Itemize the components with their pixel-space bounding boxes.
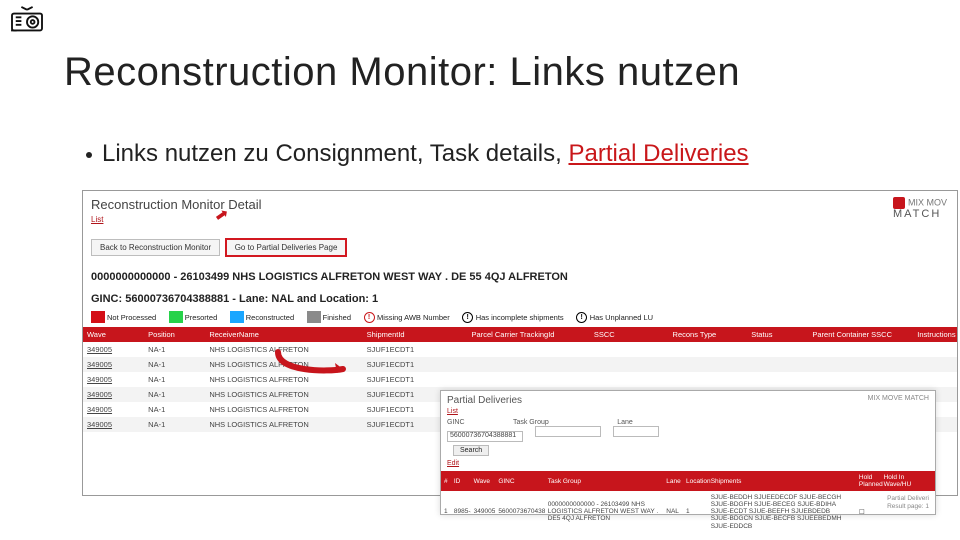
table-header-row-2: # ID Wave GINC Task Group Lane Location … xyxy=(441,471,935,491)
hold-planned-checkbox[interactable]: ☐ xyxy=(856,491,881,533)
col-status[interactable]: Status xyxy=(747,327,808,342)
partial-deliveries-table: # ID Wave GINC Task Group Lane Location … xyxy=(441,471,935,533)
bullet-text: Links nutzen zu Consignment, Task detail… xyxy=(102,140,568,167)
annotation-curve-arrow-icon xyxy=(273,347,353,377)
label-lane: Lane xyxy=(617,419,633,426)
col-receiver[interactable]: ReceiverName xyxy=(205,327,362,342)
col-parent-sscc[interactable]: Parent Container SSCC xyxy=(808,327,913,342)
table-row[interactable]: 349005NA-1NHS LOGISTICS ALFRETONSJUF1ECD… xyxy=(83,342,957,357)
task-input[interactable] xyxy=(535,426,601,437)
col-instructions[interactable]: Instructions xyxy=(913,327,957,342)
back-button[interactable]: Back to Reconstruction Monitor xyxy=(91,239,220,256)
table-header-row: Wave Position ReceiverName ShipmentId Pa… xyxy=(83,327,957,342)
screenshot-partial-deliveries: MIX MOVE MATCH Partial Deliveries List G… xyxy=(440,390,936,515)
link-list[interactable]: List xyxy=(91,215,103,224)
pagination-footer: Partial DeliveriResult page: 1 xyxy=(887,495,929,511)
label-ginc: GINC xyxy=(447,419,465,426)
swatch-presorted xyxy=(169,311,183,323)
col-shipment[interactable]: ShipmentId xyxy=(363,327,468,342)
status-legend: Not Processed Presorted Reconstructed Fi… xyxy=(91,311,957,323)
ginc-input[interactable]: 56000736704388881 xyxy=(447,431,523,442)
logo-small: MIX MOVE MATCH xyxy=(868,395,929,402)
ginc-lane-line: GINC: 56000736704388881 - Lane: NAL and … xyxy=(91,293,949,305)
table-row[interactable]: 1 8985-2 349005 56000736704388881 000000… xyxy=(441,491,935,533)
projector-icon xyxy=(8,6,46,41)
table-row[interactable]: 349005NA-1NHS LOGISTICS ALFRETONSJUF1ECD… xyxy=(83,357,957,372)
label-task: Task Group xyxy=(513,419,549,426)
col-position[interactable]: Position xyxy=(144,327,205,342)
warn-unplanned-icon: ! xyxy=(576,312,587,323)
lane-input[interactable] xyxy=(613,426,659,437)
logo-mixmovematch: MIX MOVMATCH xyxy=(893,197,947,220)
table-row[interactable]: 349005NA-1NHS LOGISTICS ALFRETONSJUF1ECD… xyxy=(83,372,957,387)
col-recons[interactable]: Recons Type xyxy=(669,327,748,342)
button-row: Back to Reconstruction Monitor Go to Par… xyxy=(91,238,957,257)
swatch-not-processed xyxy=(91,311,105,323)
swatch-reconstructed xyxy=(230,311,244,323)
warn-missing-awb-icon: ! xyxy=(364,312,375,323)
swatch-finished xyxy=(307,311,321,323)
filter-form: GINC Task Group Lane 56000736704388881 S… xyxy=(447,417,929,456)
col-wave[interactable]: Wave xyxy=(83,327,144,342)
consignment-line: 0000000000000 - 26103499 NHS LOGISTICS A… xyxy=(91,271,949,283)
search-button[interactable]: Search xyxy=(453,445,489,456)
bullet-dot-icon xyxy=(86,152,92,158)
panel-title-partial: Partial Deliveries xyxy=(441,391,935,406)
col-tracking[interactable]: Parcel Carrier TrackingId xyxy=(468,327,590,342)
link-edit[interactable]: Edit xyxy=(447,460,459,467)
slide-title: Reconstruction Monitor: Links nutzen xyxy=(64,50,740,95)
go-partial-deliveries-button[interactable]: Go to Partial Deliveries Page xyxy=(225,238,348,257)
slide-bullet: Links nutzen zu Consignment, Task detail… xyxy=(86,140,749,168)
link-list-2[interactable]: List xyxy=(447,408,458,415)
bullet-highlight: Partial Deliveries xyxy=(568,140,748,167)
col-sscc[interactable]: SSCC xyxy=(590,327,669,342)
warn-incomplete-icon: ! xyxy=(462,312,473,323)
